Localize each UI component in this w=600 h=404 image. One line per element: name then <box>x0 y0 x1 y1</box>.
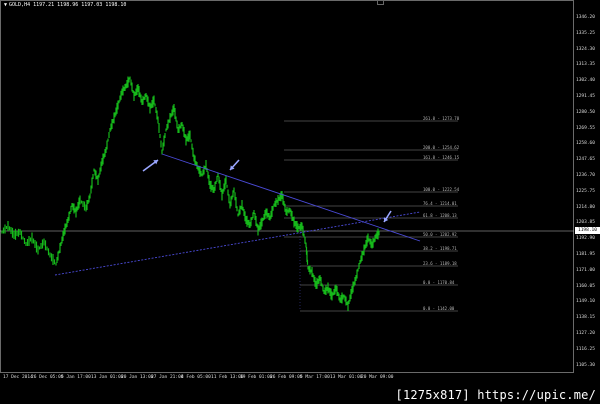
price-tick: 1269.55 <box>576 125 595 131</box>
price-tick: 1192.90 <box>576 236 595 242</box>
price-tick: 1324.30 <box>576 46 595 52</box>
time-tick: 4 Feb 05:00 <box>181 375 211 380</box>
price-tick: 1247.65 <box>576 157 595 163</box>
time-tick: 19 Feb 01:00 <box>240 375 273 380</box>
scroll-marker[interactable] <box>377 0 384 5</box>
fib-level-label: 23.6 - 1189.18 <box>423 261 457 266</box>
price-tick: 1203.85 <box>576 220 595 226</box>
watermark: [1275x817] https://upic.me/ <box>395 388 596 402</box>
time-tick: 26 Feb 09:00 <box>270 375 303 380</box>
price-tick: 1225.75 <box>576 188 595 194</box>
fib-level-label: 50.0 - 1202.92 <box>423 232 457 237</box>
time-tick: 5 Mar 17:00 <box>300 375 330 380</box>
high-value: 1198.96 <box>57 2 79 8</box>
price-tick: 1291.45 <box>576 94 595 99</box>
time-tick: 27 Jan 21:00 <box>151 375 184 380</box>
fib-level-label: 100.0 - 1222.54 <box>423 187 460 192</box>
low-value: 1197.03 <box>81 2 103 8</box>
time-axis[interactable]: 17 Dec 2014 26 Dec 05:00 5 Jan 17:00 13 Jan… <box>0 374 574 384</box>
fib-level-label: 38.2 - 1198.71 <box>423 246 457 251</box>
resistance-trendline <box>161 153 421 242</box>
price-tick: 1105.30 <box>576 362 595 368</box>
fib-level-label: 200.0 - 1254.62 <box>423 145 460 150</box>
open-value: 1197.21 <box>33 2 55 8</box>
time-tick: 26 Dec 05:00 <box>31 375 64 380</box>
time-tick: 13 Mar 01:00 <box>330 375 363 380</box>
fib-level-label: 0.0 - 1142.00 <box>423 306 455 311</box>
symbol-label: GOLD,H4 <box>9 2 31 8</box>
close-value: 1198.10 <box>105 2 127 8</box>
price-tick: 1127.20 <box>576 331 595 336</box>
time-tick: 20 Jan 13:00 <box>121 375 154 380</box>
price-tick: 1280.50 <box>576 109 595 115</box>
price-axis[interactable]: 1346.20 1335.25 1324.30 1313.35 1302.40 1291.… <box>574 0 600 373</box>
dropdown-icon[interactable]: ▼ <box>4 2 7 8</box>
price-tick: 1160.05 <box>576 283 595 289</box>
time-tick: 5 Jan 17:00 <box>61 375 91 380</box>
time-tick: 11 Feb 13:00 <box>211 375 244 380</box>
fib-level-label: 261.8 - 1273.78 <box>423 116 460 121</box>
time-tick: 13 Jan 01:00 <box>91 375 124 380</box>
price-tick: 1116.25 <box>576 346 595 352</box>
price-tick: 1346.20 <box>576 15 595 20</box>
current-price-label: 1198.10 <box>575 227 600 234</box>
price-tick: 1335.25 <box>576 30 595 36</box>
price-tick: 1171.00 <box>576 267 595 273</box>
price-tick: 1149.10 <box>576 299 595 305</box>
price-chart[interactable]: 261.8 - 1273.78 200.0 - 1254.62 161.8 - 12… <box>0 0 574 373</box>
time-tick: 17 Dec 2014 <box>3 375 33 380</box>
price-tick: 1214.80 <box>576 204 595 210</box>
price-tick: 1181.95 <box>576 252 595 257</box>
fib-level-label: 161.8 - 1246.15 <box>423 155 460 160</box>
fib-level-label: 76.4 - 1214.01 <box>423 201 457 206</box>
price-tick: 1236.70 <box>576 173 595 178</box>
chart-header: ▼ GOLD,H4 1197.21 1198.96 1197.03 1198.10 <box>4 2 129 8</box>
price-tick: 1138.15 <box>576 315 595 321</box>
price-tick: 1258.60 <box>576 141 595 147</box>
price-tick: 1302.40 <box>576 78 595 84</box>
support-trendline <box>54 211 421 276</box>
fib-level-label: 61.8 - 1208.13 <box>423 213 457 218</box>
fib-level-label: 0.0 - 1170.84 <box>423 280 455 285</box>
time-tick: 20 Mar 09:00 <box>361 375 394 380</box>
price-tick: 1313.35 <box>576 62 595 68</box>
